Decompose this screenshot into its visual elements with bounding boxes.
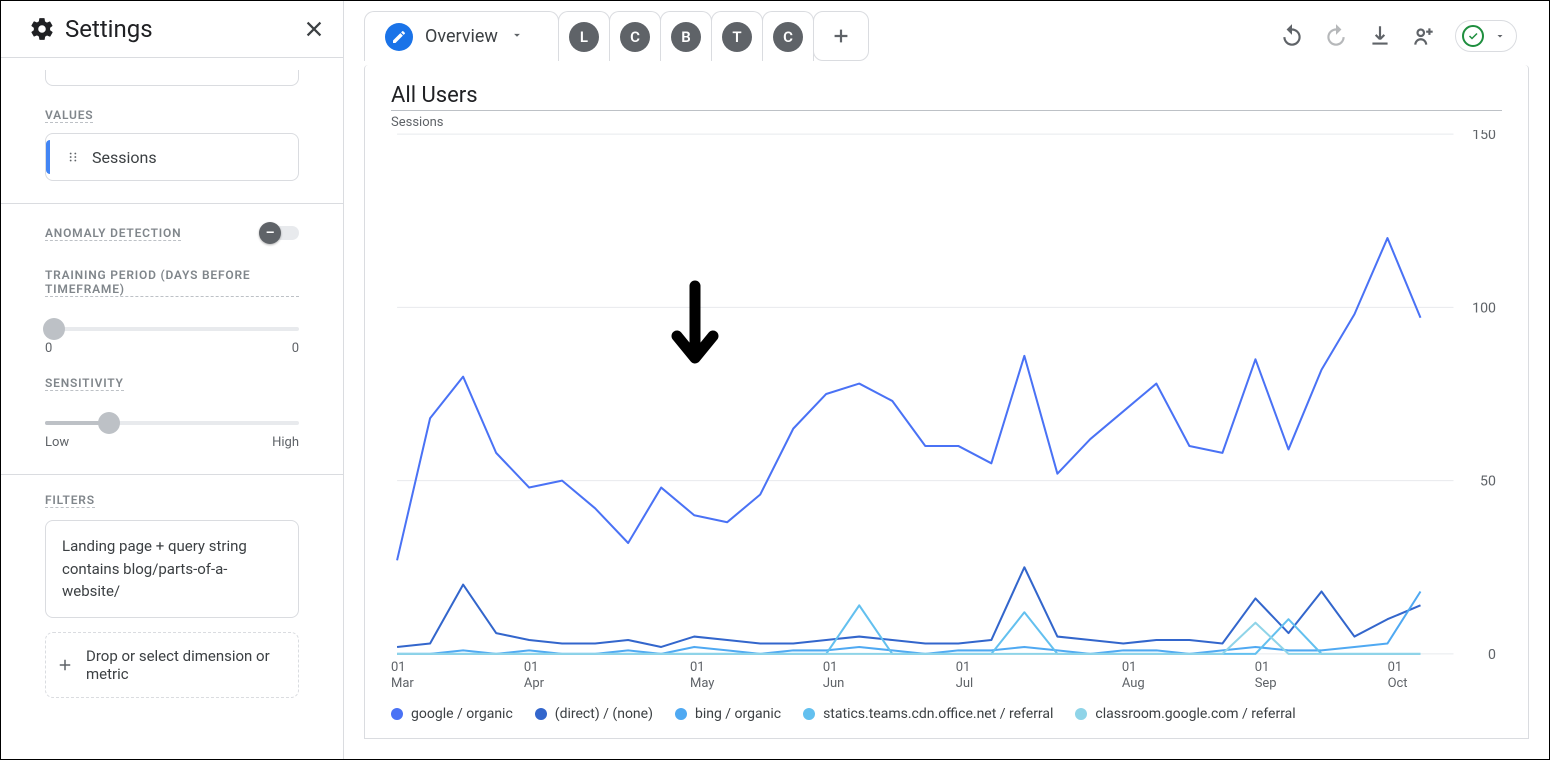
svg-text:50: 50 <box>1480 474 1496 490</box>
x-tick: 01Jul <box>956 660 974 693</box>
legend-item[interactable]: (direct) / (none) <box>535 706 653 722</box>
chart-y-label: Sessions <box>391 115 1502 130</box>
x-tick: 01Sep <box>1255 660 1277 693</box>
x-tick: 01Aug <box>1122 660 1145 693</box>
legend-item[interactable]: google / organic <box>391 706 513 722</box>
add-tab-button[interactable] <box>813 11 869 61</box>
settings-title-text: Settings <box>65 15 153 43</box>
legend-dot-icon <box>1075 708 1087 720</box>
main-area: Overview L C B T C <box>344 1 1549 759</box>
save-status-chip[interactable] <box>1455 20 1517 52</box>
legend-item[interactable]: bing / organic <box>675 706 781 722</box>
sensitivity-slider[interactable]: Low High <box>17 401 327 450</box>
undo-button[interactable] <box>1279 23 1305 49</box>
x-tick: 01Oct <box>1388 660 1408 693</box>
tab-overview[interactable]: Overview <box>364 11 559 61</box>
chevron-down-icon[interactable] <box>510 27 524 46</box>
top-bar: Overview L C B T C <box>344 1 1549 61</box>
gear-icon <box>29 16 55 42</box>
svg-text:150: 150 <box>1472 130 1496 143</box>
anomaly-detection-row: ANOMALY DETECTION – <box>17 222 327 244</box>
metric-label: Sessions <box>92 148 157 167</box>
drop-text: Drop or select dimension or metric <box>86 647 288 683</box>
tab-overview-label: Overview <box>425 26 498 47</box>
x-tick: 01Jun <box>823 660 845 693</box>
tab-mini-4[interactable]: C <box>762 11 814 61</box>
settings-title: Settings <box>29 15 153 43</box>
chart-plot[interactable]: 0 50 100 150 <box>391 130 1502 660</box>
legend-item[interactable]: statics.teams.cdn.office.net / referral <box>803 706 1053 722</box>
app-frame: Settings VALUES Sessions ANOMALY DETECTI… <box>0 0 1550 760</box>
tab-strip: Overview L C B T C <box>364 11 868 61</box>
legend-dot-icon <box>803 708 815 720</box>
x-tick: 01May <box>690 660 714 693</box>
x-axis: 01Mar 01Apr 01May 01Jun 01Jul 01Aug 01Sep 01Oct <box>391 660 1454 694</box>
tab-mini-2[interactable]: B <box>660 11 712 61</box>
svg-text:100: 100 <box>1472 300 1496 316</box>
anomaly-detection-label: ANOMALY DETECTION <box>45 226 181 241</box>
training-period-label: TRAINING PERIOD (DAYS BEFORE TIMEFRAME) <box>17 268 327 297</box>
tab-mini-3[interactable]: T <box>711 11 763 61</box>
chart-title: All Users <box>391 83 1502 108</box>
filter-card[interactable]: Landing page + query string contains blo… <box>45 520 299 618</box>
share-button[interactable] <box>1411 23 1437 49</box>
x-tick: 01Mar <box>391 660 414 693</box>
pencil-icon <box>385 23 413 51</box>
training-max: 0 <box>292 341 299 356</box>
plus-icon <box>56 656 74 674</box>
chevron-down-icon <box>1494 27 1506 46</box>
tab-mini-0[interactable]: L <box>558 11 610 61</box>
download-button[interactable] <box>1367 23 1393 49</box>
settings-body: VALUES Sessions ANOMALY DETECTION – TRAI… <box>1 57 343 759</box>
add-filter-dropzone[interactable]: Drop or select dimension or metric <box>45 632 299 698</box>
settings-header: Settings <box>1 1 343 57</box>
check-circle-icon <box>1462 25 1484 47</box>
svg-text:0: 0 <box>1488 647 1496 660</box>
sensitivity-label: SENSITIVITY <box>17 376 327 391</box>
legend-dot-icon <box>675 708 687 720</box>
metric-sessions-pill[interactable]: Sessions <box>45 133 299 181</box>
tab-mini-1[interactable]: C <box>609 11 661 61</box>
chart-legend: google / organic (direct) / (none) bing / … <box>391 694 1502 722</box>
toolbar-actions <box>1279 20 1529 52</box>
clipped-field <box>45 70 299 86</box>
redo-button[interactable] <box>1323 23 1349 49</box>
settings-panel: Settings VALUES Sessions ANOMALY DETECTI… <box>1 1 344 759</box>
anomaly-toggle[interactable]: – <box>259 222 299 244</box>
training-min: 0 <box>45 341 52 356</box>
training-period-slider[interactable]: 00 <box>17 307 327 356</box>
values-section-label: VALUES <box>17 108 327 123</box>
down-arrow-annotation <box>667 280 723 374</box>
chart-canvas: All Users Sessions 050100150 01Mar01Apr0… <box>364 65 1529 739</box>
drag-handle-icon[interactable] <box>66 150 80 164</box>
sensitivity-high: High <box>272 435 299 450</box>
filter-text: Landing page + query string contains blo… <box>62 537 247 600</box>
filters-section-label: FILTERS <box>17 493 327 508</box>
x-tick: 01Apr <box>524 660 544 693</box>
legend-dot-icon <box>391 708 403 720</box>
legend-dot-icon <box>535 708 547 720</box>
close-icon[interactable] <box>303 18 325 40</box>
sensitivity-low: Low <box>45 435 69 450</box>
legend-item[interactable]: classroom.google.com / referral <box>1075 706 1295 722</box>
